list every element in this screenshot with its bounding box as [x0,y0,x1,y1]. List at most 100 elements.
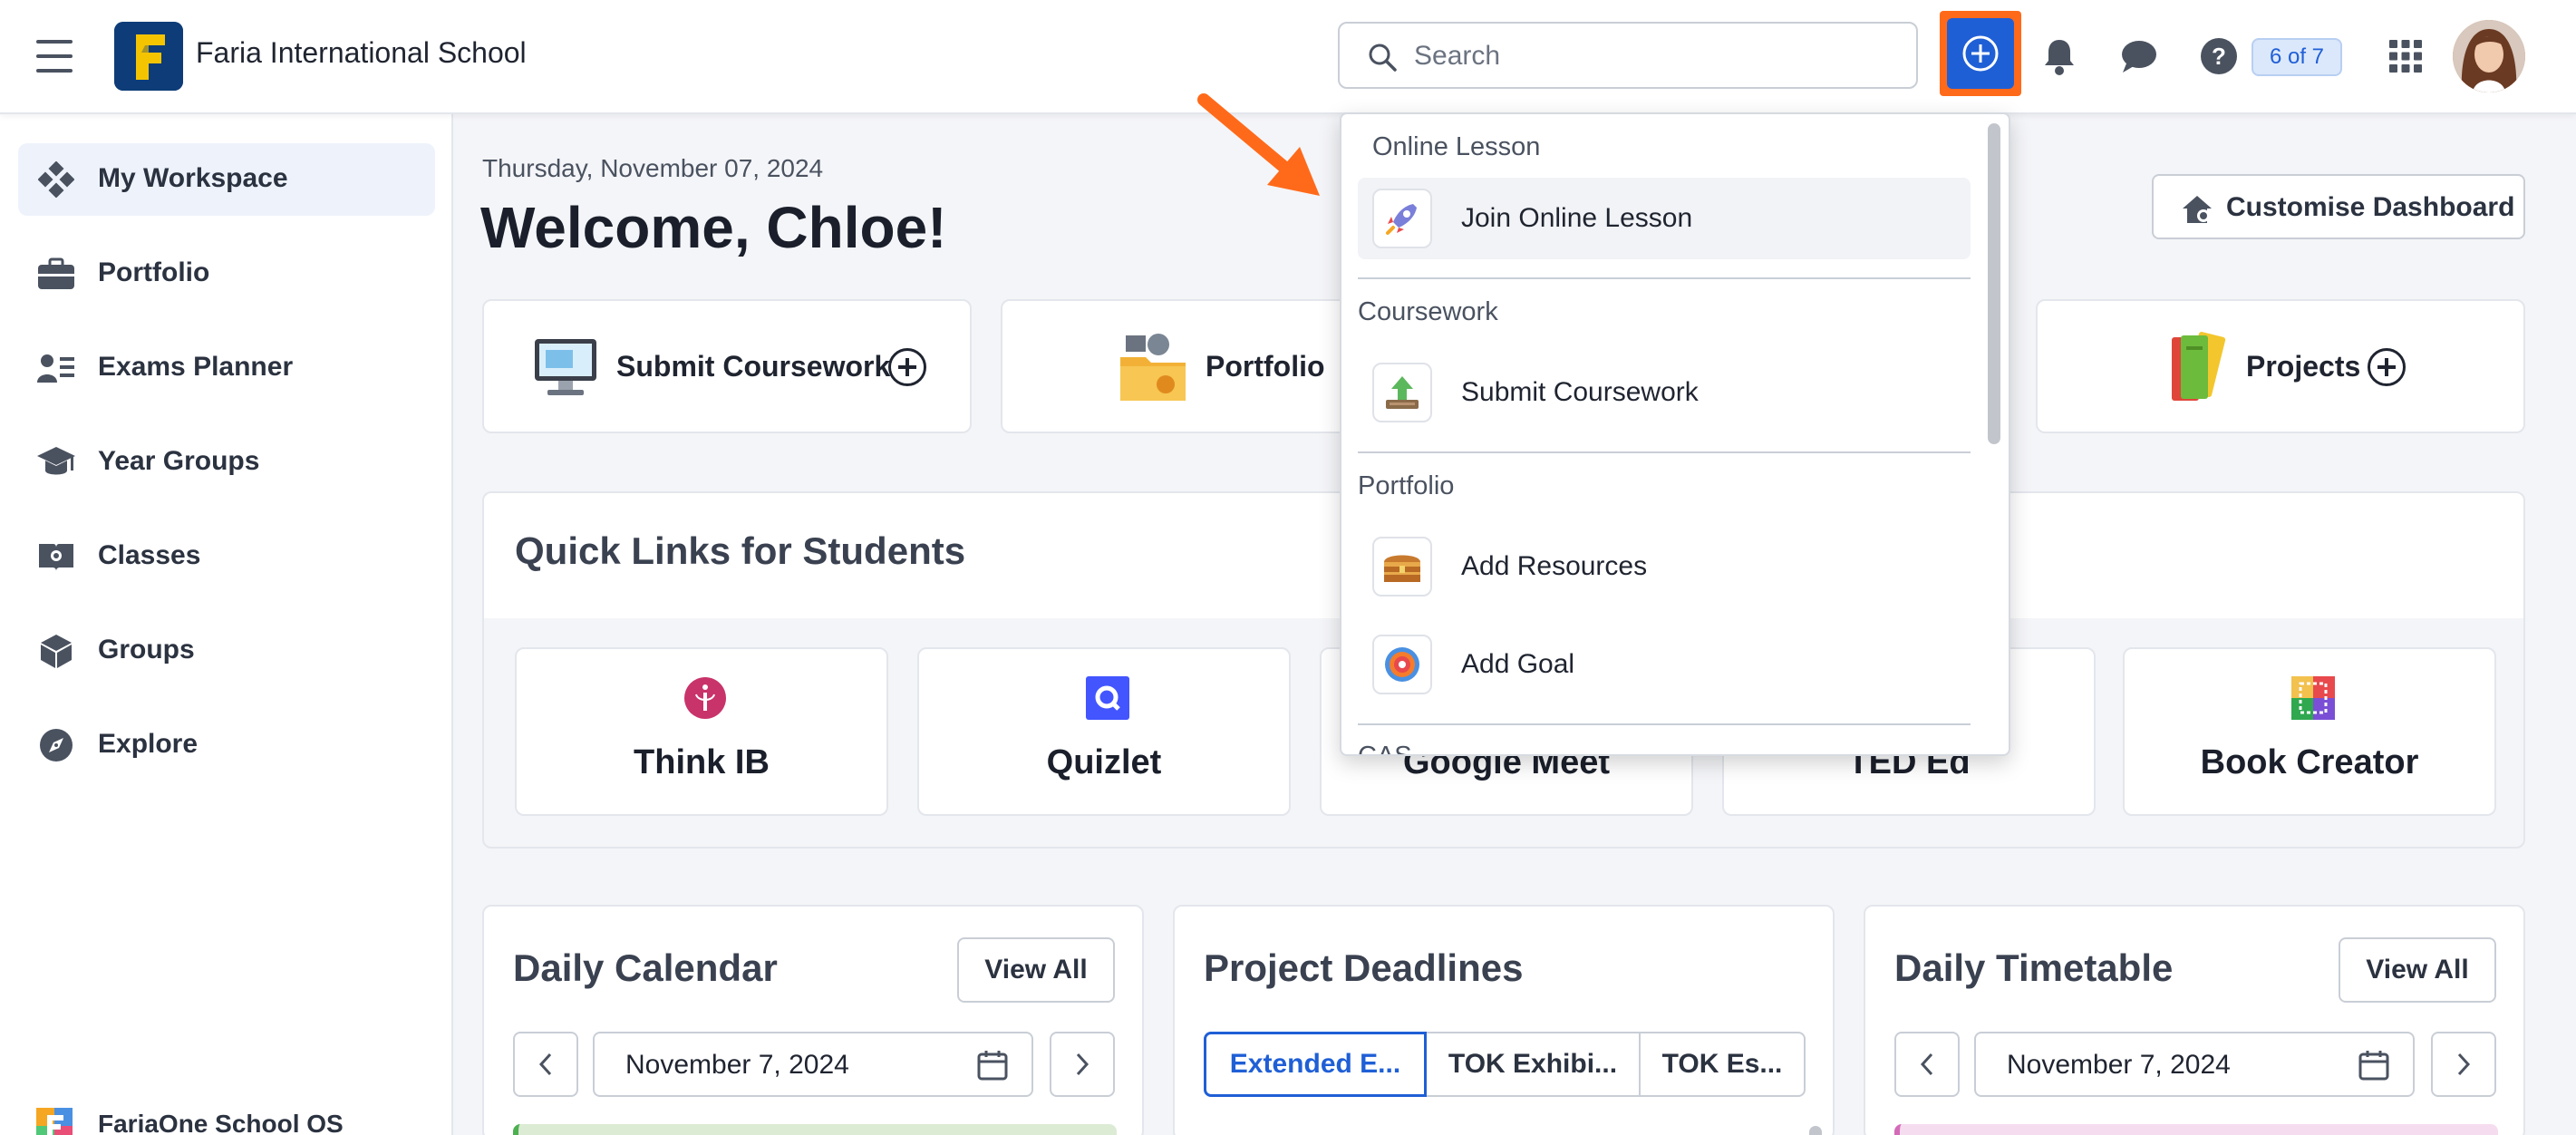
sidebar-item-my-workspace[interactable]: My Workspace [18,143,435,216]
sidebar-item-portfolio[interactable]: Portfolio [18,238,435,310]
calendar-icon [2358,1051,2389,1081]
current-date: Thursday, November 07, 2024 [482,154,824,182]
bell-icon[interactable] [2039,36,2079,76]
sidebar-item-classes[interactable]: Classes [18,520,435,593]
project-deadline-tabs: Extended E... TOK Exhibi... TOK Es... [1204,1032,1806,1097]
sidebar-item-label: Groups [98,635,195,665]
school-name[interactable]: Faria International School [196,36,527,70]
sidebar-item-exams-planner[interactable]: Exams Planner [18,332,435,404]
menu-item-join-online-lesson[interactable]: Join Online Lesson [1358,178,1971,259]
exams-planner-icon [36,350,76,386]
search-input[interactable] [1414,36,1885,76]
sidebar-item-label: My Workspace [98,163,288,193]
add-icon [888,348,926,386]
compass-icon [36,727,76,763]
menu-item-add-goal[interactable]: Add Goal [1358,624,1971,705]
daily-calendar-panel: Daily Calendar View All November 7, 2024 [482,905,1144,1135]
home-settings-icon [2183,196,2212,223]
menu-divider [1358,451,1971,453]
chevron-right-icon [1076,1053,1089,1076]
apps-grid-icon[interactable] [2386,36,2426,76]
section-header-coursework: Coursework [1358,297,1498,326]
next-day-button[interactable] [1050,1032,1115,1097]
next-day-button[interactable] [2431,1032,2496,1097]
chevron-right-icon [2457,1053,2471,1076]
projects-card[interactable]: Projects [2036,299,2525,433]
quick-link-book-creator[interactable]: Book Creator [2123,647,2496,816]
fariaone-link[interactable]: FariaOne School OS [36,1108,344,1135]
previous-day-button[interactable] [1894,1032,1960,1097]
sidebar-item-explore[interactable]: Explore [18,709,435,781]
menu-divider [1358,723,1971,725]
graduation-cap-icon [36,444,76,480]
tab-tok-essay[interactable]: TOK Es... [1641,1032,1806,1097]
daily-timetable-view-all-button[interactable]: View All [2339,937,2496,1003]
page-title: Welcome, Chloe! [480,195,947,260]
tab-tok-exhibition[interactable]: TOK Exhibi... [1427,1032,1641,1097]
timetable-event-strip[interactable] [1894,1124,2498,1135]
menu-icon[interactable] [36,40,73,73]
workspace-icon [36,161,76,198]
search-icon [1369,44,1397,72]
user-avatar[interactable] [2453,20,2525,92]
section-header-online-lesson: Online Lesson [1372,132,1541,161]
sidebar: My Workspace Portfolio Exams Planner Yea… [0,114,453,1135]
daily-timetable-title: Daily Timetable [1894,946,2174,989]
previous-day-button[interactable] [513,1032,578,1097]
daily-calendar-title: Daily Calendar [513,946,778,989]
submit-coursework-card[interactable]: Submit Coursework [482,299,972,433]
menu-divider [1358,277,1971,279]
search-bar[interactable] [1338,22,1918,89]
timetable-date-picker[interactable]: November 7, 2024 [1974,1032,2415,1097]
dropdown-scrollbar[interactable] [1985,120,2003,752]
daily-calendar-view-all-button[interactable]: View All [957,937,1115,1003]
computer-monitor-icon [535,339,596,395]
add-button-highlight [1940,11,2021,96]
scrollbar-thumb[interactable] [1988,123,2000,444]
project-deadlines-title: Project Deadlines [1204,946,1524,989]
quick-links-title: Quick Links for Students [515,529,966,572]
school-logo[interactable] [114,22,183,91]
menu-item-add-resources[interactable]: Add Resources [1358,526,1971,607]
calendar-icon [977,1051,1008,1081]
treasure-chest-icon [1372,537,1432,597]
sidebar-item-label: Year Groups [98,446,260,476]
chevron-left-icon [1920,1053,1933,1076]
daily-timetable-panel: Daily Timetable View All November 7, 202… [1864,905,2525,1135]
quizlet-icon [1086,676,1129,720]
tab-extended-essay[interactable]: Extended E... [1204,1032,1427,1097]
scrollbar[interactable] [1809,1126,1822,1135]
books-stack-icon [2172,332,2226,401]
target-icon [1372,635,1432,694]
calendar-date-picker[interactable]: November 7, 2024 [593,1032,1033,1097]
menu-item-submit-coursework[interactable]: Submit Coursework [1358,352,1971,433]
book-creator-icon [2291,676,2335,720]
portfolio-folder-icon [1120,334,1186,401]
rocket-icon [1372,189,1432,248]
sidebar-footer-label: FariaOne School OS [98,1110,344,1135]
pointer-arrow-icon [1197,93,1320,196]
sidebar-item-year-groups[interactable]: Year Groups [18,426,435,499]
chat-icon[interactable] [2119,36,2159,76]
quick-link-quizlet[interactable]: Quizlet [917,647,1291,816]
briefcase-icon [36,256,76,292]
section-header-cas: CAS [1358,742,1412,756]
add-menu-dropdown: Online Lesson Join Online Lesson Coursew… [1340,112,2010,756]
section-header-portfolio: Portfolio [1358,471,1455,500]
classes-book-icon [36,538,76,575]
project-deadlines-panel: Project Deadlines Extended E... TOK Exhi… [1173,905,1835,1135]
cube-icon [36,633,76,669]
sidebar-item-label: Portfolio [98,257,210,287]
help-icon[interactable]: ? [2199,36,2239,76]
sidebar-item-groups[interactable]: Groups [18,615,435,687]
add-icon [2368,348,2406,386]
calendar-event-strip[interactable] [513,1124,1117,1135]
upload-tray-icon [1372,363,1432,422]
fariaone-logo-icon [36,1108,73,1135]
tour-progress-badge[interactable]: 6 of 7 [2252,38,2342,76]
sidebar-item-label: Exams Planner [98,352,294,382]
add-button[interactable] [1947,18,2014,89]
quick-link-think-ib[interactable]: Think IB [515,647,888,816]
customise-dashboard-button[interactable]: Customise Dashboard [2152,174,2525,239]
chevron-left-icon [538,1053,552,1076]
